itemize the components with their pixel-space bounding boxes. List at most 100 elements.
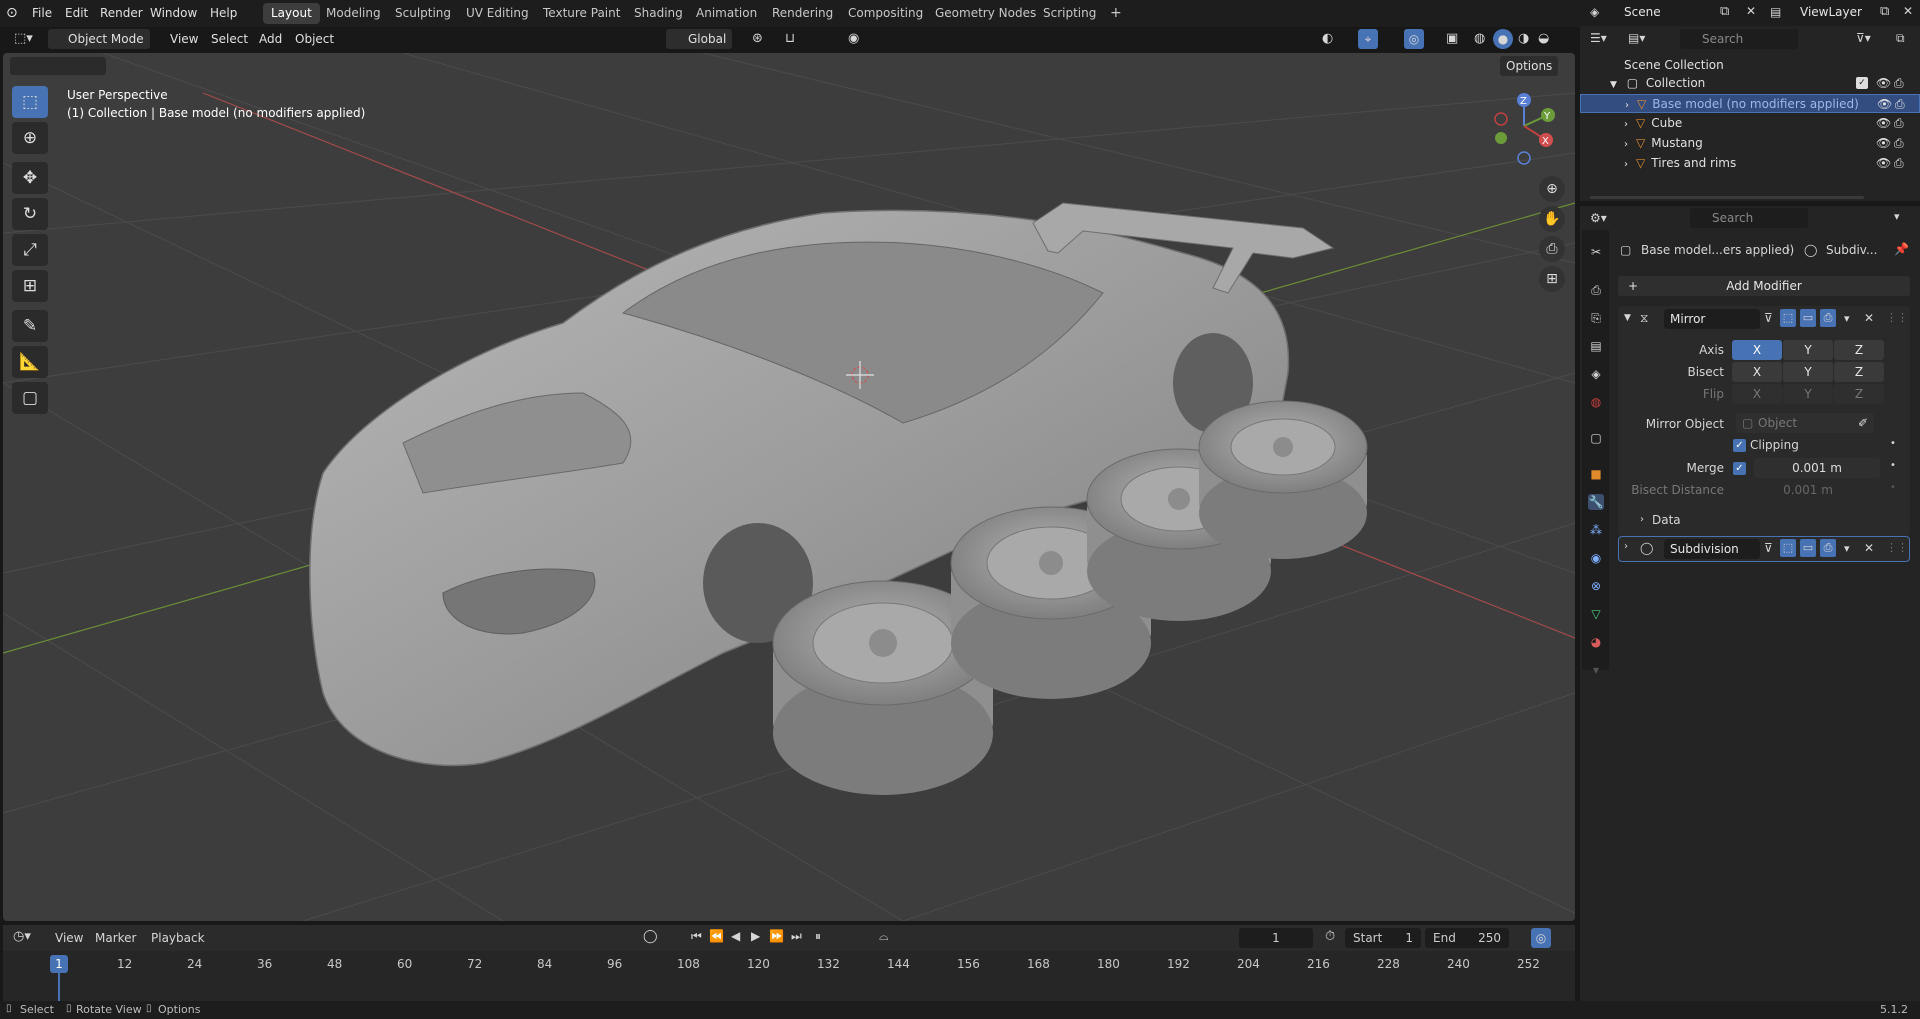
timeline-marker-menu[interactable]: Marker [95,931,136,945]
tab-animation[interactable]: Animation [688,3,765,24]
snap-icon[interactable]: ⊔ [785,31,795,46]
properties-search-input[interactable]: Search [1690,208,1808,228]
tab-rendering[interactable]: Rendering [764,3,841,24]
playhead[interactable]: 1 [50,955,68,973]
more-tabs-chevron-icon[interactable]: ▾ [1588,662,1604,678]
menu-window[interactable]: Window [145,4,202,23]
modifier-menu-chevron-icon[interactable]: ▾ [1844,312,1850,325]
bisect-distance-field[interactable]: 0.001 m [1736,480,1880,500]
data-subpanel-header[interactable]: Data [1652,513,1681,527]
preview-range-icon[interactable]: ⏱ [1325,929,1335,944]
flip-y-toggle[interactable]: Y [1783,384,1833,404]
outliner-scene-collection[interactable]: Scene Collection [1580,56,1920,75]
xray-icon[interactable]: ▣ [1446,31,1458,46]
add-modifier-button[interactable]: + Add Modifier [1618,276,1910,296]
merge-keyframe-dot[interactable]: • [1890,460,1896,471]
bisect-z-toggle[interactable]: Z [1834,362,1884,382]
add-cube-icon[interactable]: ▢ [12,382,48,414]
menu-select[interactable]: Select [205,29,254,49]
jump-end-icon[interactable]: ⏭ [791,929,802,944]
realtime-display-icon[interactable]: ▭ [1800,539,1816,557]
bisect-y-toggle[interactable]: Y [1783,362,1833,382]
chevron-down-icon[interactable]: ▼ [1610,80,1617,90]
start-frame-field[interactable]: Start 1 [1345,928,1421,948]
menu-object[interactable]: Object [289,29,340,49]
delete-modifier-icon[interactable]: ✕ [1864,541,1874,555]
outliner-item[interactable]: › ▽ Cube 👁 ⎙ [1580,114,1920,133]
camera-icon[interactable]: ⎙ [1894,74,1904,93]
navigation-gizmo[interactable]: Z Y X [1488,90,1578,170]
mirror-object-field[interactable]: ▢ Object ✐ [1736,413,1874,433]
constraints-tab-icon[interactable]: ⊗ [1588,578,1604,594]
timeline-editor-icon[interactable]: ◷▾ [13,929,31,944]
chevron-right-icon[interactable]: › [1624,139,1628,150]
outliner-editor-icon[interactable]: ☰▾ [1590,31,1607,45]
play-icon[interactable]: ▶ [751,929,760,943]
rotate-icon[interactable]: ↻ [12,198,48,230]
timeline-playback-menu[interactable]: Playback [151,931,205,945]
toggle-perspective-icon[interactable]: ⊞ [1539,266,1565,292]
camera-icon[interactable]: ⎙ [1894,154,1904,173]
shading-material-icon[interactable]: ◑ [1518,31,1529,46]
end-frame-field[interactable]: End 250 [1425,928,1509,948]
current-frame-field[interactable]: 1 [1239,928,1313,948]
bisect-x-toggle[interactable]: X [1732,362,1782,382]
menu-add[interactable]: Add [253,29,288,49]
merge-distance-field[interactable]: 0.001 m [1754,458,1880,478]
snap-playback-icon[interactable]: ⌓ [879,929,889,944]
on-cage-icon[interactable]: ⬚ [1780,309,1796,327]
display-mode-icon[interactable]: ▤▾ [1628,31,1645,45]
menu-help[interactable]: Help [205,4,242,23]
auto-keying-icon[interactable]: ◯ [643,929,658,944]
camera-icon[interactable]: ⎙ [1894,114,1904,133]
pin-icon[interactable]: 📌 [1894,242,1909,256]
tab-geometry-nodes[interactable]: Geometry Nodes [927,3,1044,24]
cursor-icon[interactable]: ⊕ [12,122,48,154]
camera-view-icon[interactable]: ⎙ [1539,236,1565,262]
transform-icon[interactable]: ⊞ [12,270,48,302]
shading-rendered-icon[interactable]: ◒ [1538,31,1549,46]
blender-logo-icon[interactable]: ⊙ [6,5,22,21]
menu-file[interactable]: File [27,4,57,23]
chevron-right-icon[interactable]: › [1624,119,1628,130]
tab-layout[interactable]: Layout [263,3,320,24]
axis-y-toggle[interactable]: Y [1783,340,1833,360]
edit-mode-cage-icon[interactable]: ⊽ [1764,541,1773,555]
modifier-tab-icon[interactable]: 🔧 [1588,494,1604,510]
annotate-icon[interactable]: ✎ [12,310,48,342]
view-layer-tab-icon[interactable]: ▤ [1588,338,1604,354]
camera-icon[interactable]: ⎙ [1895,95,1905,114]
pan-hand-icon[interactable]: ✋ [1539,206,1565,232]
render-display-icon[interactable]: ⎙ [1820,539,1836,557]
overlay-toggle-icon[interactable]: ◎ [1404,29,1424,49]
outliner-search-input[interactable]: Search [1680,29,1798,49]
render-tab-icon[interactable]: ⎙ [1588,282,1604,298]
options-dropdown[interactable]: Options [1500,56,1559,76]
properties-editor-icon[interactable]: ⚙▾ [1590,211,1607,225]
zoom-icon[interactable]: ⊕ [1539,176,1565,202]
timeline-view-menu[interactable]: View [55,931,83,945]
view-layer-name[interactable]: ViewLayer [1800,5,1862,19]
mirror-name-field[interactable]: Mirror [1664,309,1760,329]
tab-uv-editing[interactable]: UV Editing [458,3,537,24]
particles-tab-icon[interactable]: ⁂ [1588,522,1604,538]
merge-checkbox[interactable]: ✓ [1733,462,1746,475]
outliner-item[interactable]: › ▽ Tires and rims 👁 ⎙ [1580,154,1920,173]
delete-view-layer-icon[interactable]: ✕ [1903,4,1913,18]
options-chevron-icon[interactable]: ▾ [1894,210,1900,223]
filter-icon[interactable]: ⊽▾ [1856,31,1871,45]
gizmo-toggle-icon[interactable]: ⌖ [1358,29,1378,49]
proportional-edit-icon[interactable]: ◉ [848,31,859,46]
shading-solid-icon[interactable]: ● [1493,29,1513,49]
camera-icon[interactable]: ⎙ [1894,134,1904,153]
chevron-right-icon[interactable]: › [1625,100,1629,111]
select-box-icon[interactable]: ⬚ [12,86,48,118]
scene-icon[interactable]: ◈ [1590,5,1599,19]
clipping-label[interactable]: Clipping [1750,438,1799,452]
new-view-layer-icon[interactable]: ⧉ [1880,4,1889,19]
tab-modeling[interactable]: Modeling [318,3,389,24]
mode-dropdown[interactable]: Object Mode [48,29,150,49]
menu-view[interactable]: View [164,29,204,49]
outliner-collection[interactable]: ▼ ▢ Collection ✓ 👁 ⎙ [1580,74,1920,93]
scene-tab-icon[interactable]: ◈ [1588,366,1604,382]
